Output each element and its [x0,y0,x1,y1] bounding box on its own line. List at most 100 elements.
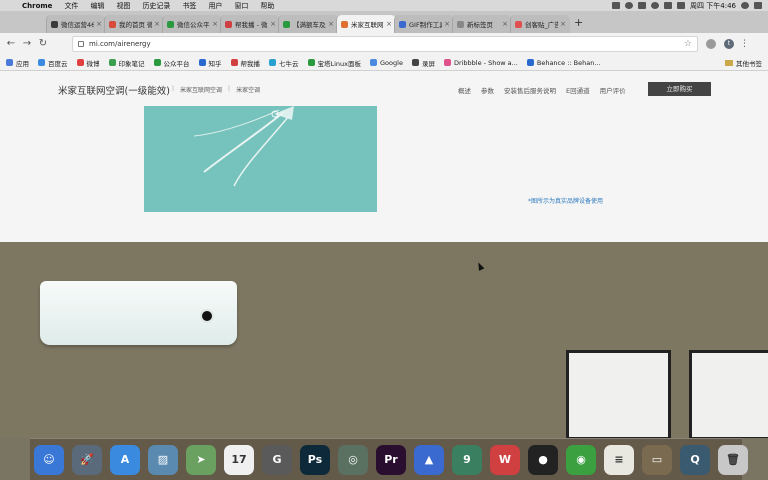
browser-tab[interactable]: 米家互联网空× [336,15,396,33]
bookmark-item[interactable]: 帮我播 [230,58,261,68]
menu-user-reviews[interactable]: 用户评价 [600,85,626,95]
bookmark-star-icon[interactable]: ☆ [684,39,692,49]
dock-maps-icon[interactable]: ➤ [186,444,216,475]
dock-app-store-icon[interactable]: A [110,444,140,475]
bookmark-item[interactable]: 录屏 [411,58,435,68]
status-app-icon[interactable] [638,2,647,9]
bookmark-item[interactable]: 印象笔记 [108,58,145,68]
reload-icon[interactable]: ↻ [36,37,50,51]
web-page: 米家互联网空调(一级能效) | 米家互联网空调 | 米家空调 概述 参数 安装售… [0,71,768,242]
bookmark-favicon-icon [370,59,378,66]
tab-close-icon[interactable]: × [386,20,392,28]
menu-return-channel[interactable]: E回通道 [566,85,590,95]
browser-tab[interactable]: 微信公众平台× [162,15,222,33]
bookmark-item[interactable]: 百度云 [38,58,68,68]
tab-close-icon[interactable]: × [154,20,160,28]
bookmark-label: Behance :: Behan... [536,58,601,67]
dock-premiere-icon[interactable]: Pr [376,444,406,475]
wallpaper-photo [566,350,671,438]
status-app-icon[interactable] [612,2,621,9]
extension-icon[interactable] [706,39,716,49]
tab-close-icon[interactable]: × [270,20,276,28]
browser-tab[interactable]: 新标签页 × [452,15,512,33]
buy-now-button[interactable]: 立即购买 [648,82,711,96]
bookmark-item[interactable]: 宝塔Linux面板 [307,58,361,68]
bookmark-item[interactable]: 知乎 [198,58,222,68]
dock-photoshop-icon[interactable]: Ps [300,444,330,475]
notification-center-icon[interactable] [754,2,762,9]
dock-notes-icon[interactable]: ≡ [604,444,634,475]
dock-qq-icon[interactable]: ● [528,444,558,475]
volume-icon[interactable] [664,2,673,9]
menu-edit[interactable]: 编辑 [84,1,110,11]
profile-avatar[interactable]: t [724,39,734,49]
tab-favicon-icon [167,20,174,28]
browser-tab[interactable]: 我的首页 微 × [104,15,164,33]
menu-bookmarks[interactable]: 书签 [176,1,202,11]
dock-image-capture-icon[interactable]: ▭ [642,444,672,475]
browser-tab[interactable]: 创客贴_广告 × [510,15,570,33]
menu-app-name[interactable]: Chrome [16,2,58,10]
wifi-icon[interactable] [651,2,660,9]
menu-overview[interactable]: 概述 [458,85,471,95]
tab-close-icon[interactable]: × [96,20,102,28]
tab-close-icon[interactable]: × [212,20,218,28]
bookmark-item[interactable]: 微博 [76,58,100,68]
bookmark-label: 录屏 [421,59,435,68]
browser-tab[interactable]: 【满额车及所× [278,15,338,33]
address-bar[interactable]: mi.com/airenergy ☆ [72,36,698,52]
forward-arrow-icon[interactable]: → [20,37,34,51]
menu-user[interactable]: 用户 [202,1,228,11]
dock-app-nine-icon[interactable]: 9 [452,444,482,475]
bookmark-item[interactable]: 公众平台 [153,58,190,68]
tab-close-icon[interactable]: × [502,20,508,28]
dock-chrome-icon[interactable]: ◎ [338,444,368,475]
mouse-cursor-icon [475,261,485,271]
bookmark-item[interactable]: 应用 [6,58,29,68]
battery-icon[interactable] [677,2,686,9]
dock-finder-icon[interactable]: ☺ [34,444,64,475]
browser-tab[interactable]: GIF制作工具 × [394,15,454,33]
kebab-menu-icon[interactable]: ⋮ [740,39,749,49]
browser-tab[interactable]: 帮我播 - 微 × [220,15,280,33]
other-bookmarks[interactable]: 其他书签 [725,58,762,68]
bookmark-favicon-icon [230,59,238,66]
tab-close-icon[interactable]: × [560,20,566,28]
spotlight-icon[interactable] [741,2,749,9]
bookmark-favicon-icon [6,59,13,66]
product-nav: 米家互联网空调(一级能效) | 米家互联网空调 | 米家空调 概述 参数 安装售… [0,71,768,107]
dock-gif-tool-icon[interactable]: G [262,444,292,475]
menu-specs[interactable]: 参数 [481,85,494,95]
menu-help[interactable]: 帮助 [254,1,280,11]
dock-wechat-icon[interactable]: ◉ [566,444,596,475]
bookmark-item[interactable]: 七牛云 [269,58,299,68]
bookmark-item[interactable]: Dribbble - Show a... [443,59,518,67]
dock-preview-icon[interactable]: ▨ [148,444,178,475]
sublink-item[interactable]: 米家互联网空调 [180,85,222,94]
bookmark-favicon-icon [198,59,206,66]
bookmark-item[interactable]: Google [370,59,403,67]
tab-close-icon[interactable]: × [328,20,334,28]
menu-install-service[interactable]: 安装售后服务说明 [504,85,556,95]
new-tab-icon[interactable]: + [574,17,590,31]
browser-tab[interactable]: 微信运营46 × [46,15,106,33]
status-app-icon[interactable] [625,2,634,9]
bookmark-label: 帮我播 [240,59,261,68]
dock-quicktime-icon[interactable]: Q [680,444,710,475]
tab-favicon-icon [457,20,464,28]
dock-wps-icon[interactable]: W [490,444,520,475]
menu-history[interactable]: 历史记录 [136,1,176,11]
dock-calendar-icon[interactable]: 17 [224,444,254,475]
dock-launchpad-icon[interactable]: 🚀 [72,444,102,475]
dock-keynote-icon[interactable]: ▲ [414,444,444,475]
dock-trash-icon[interactable]: 🗑 [718,444,748,475]
sublink-item[interactable]: 米家空调 [236,85,260,94]
tab-close-icon[interactable]: × [444,20,450,28]
menu-file[interactable]: 文件 [58,1,84,11]
menu-view[interactable]: 视图 [110,1,136,11]
menubar-clock[interactable]: 周四 下午4:46 [690,1,736,11]
bookmark-item[interactable]: Behance :: Behan... [526,58,601,67]
bookmark-favicon-icon [38,59,45,66]
menu-window[interactable]: 窗口 [228,1,254,11]
back-arrow-icon[interactable]: ← [4,37,18,51]
